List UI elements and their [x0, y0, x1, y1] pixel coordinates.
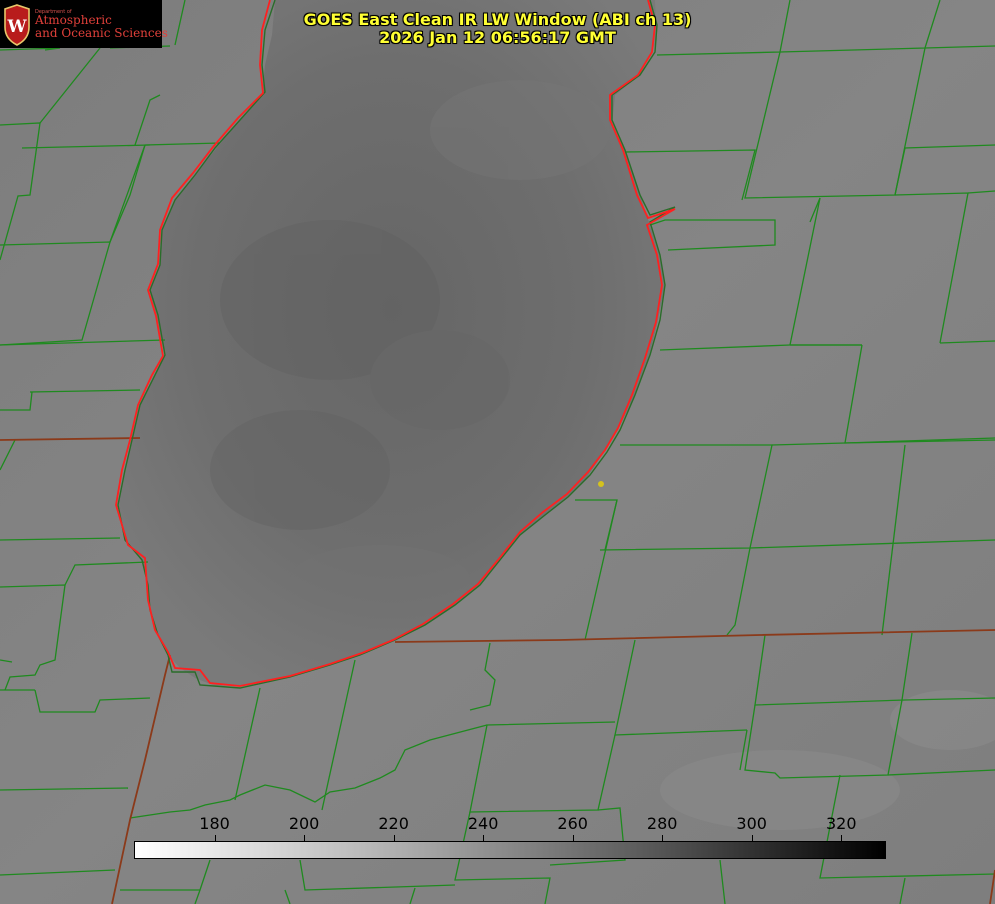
- colorbar-tick-label: 260: [557, 814, 588, 833]
- logo-name-line2: and Oceanic Sciences: [35, 26, 168, 40]
- colorbar-tick-mark: [214, 835, 216, 841]
- colorbar-tick-mark: [572, 835, 574, 841]
- colorbar-tick-mark: [751, 835, 753, 841]
- colorbar-tick-label: 300: [736, 814, 767, 833]
- colorbar-tick-label: 280: [646, 814, 678, 833]
- colorbar-tick-label: 220: [378, 814, 409, 833]
- colorbar-tick-label: 320: [825, 814, 857, 833]
- aos-logo: W Department of Atmospheric and Oceanic …: [0, 0, 168, 48]
- colorbar-tick-mark: [304, 835, 306, 841]
- colorbar-tick-mark: [841, 835, 843, 841]
- colorbar-tick-mark: [662, 835, 664, 841]
- uw-crest-icon: W: [4, 4, 30, 46]
- ir-satellite-map: [0, 0, 995, 904]
- crest-letter: W: [6, 17, 27, 37]
- colorbar-tick-label: 200: [288, 814, 320, 833]
- colorbar-tick-label: 240: [467, 814, 499, 833]
- satellite-image-viewer: W Department of Atmospheric and Oceanic …: [0, 0, 995, 904]
- colorbar-tick-label: 180: [199, 814, 230, 833]
- temperature-colorbar: [134, 841, 886, 859]
- station-dot-icon: [598, 481, 604, 487]
- colorbar-tick-mark: [483, 835, 485, 841]
- colorbar-tick-mark: [393, 835, 395, 841]
